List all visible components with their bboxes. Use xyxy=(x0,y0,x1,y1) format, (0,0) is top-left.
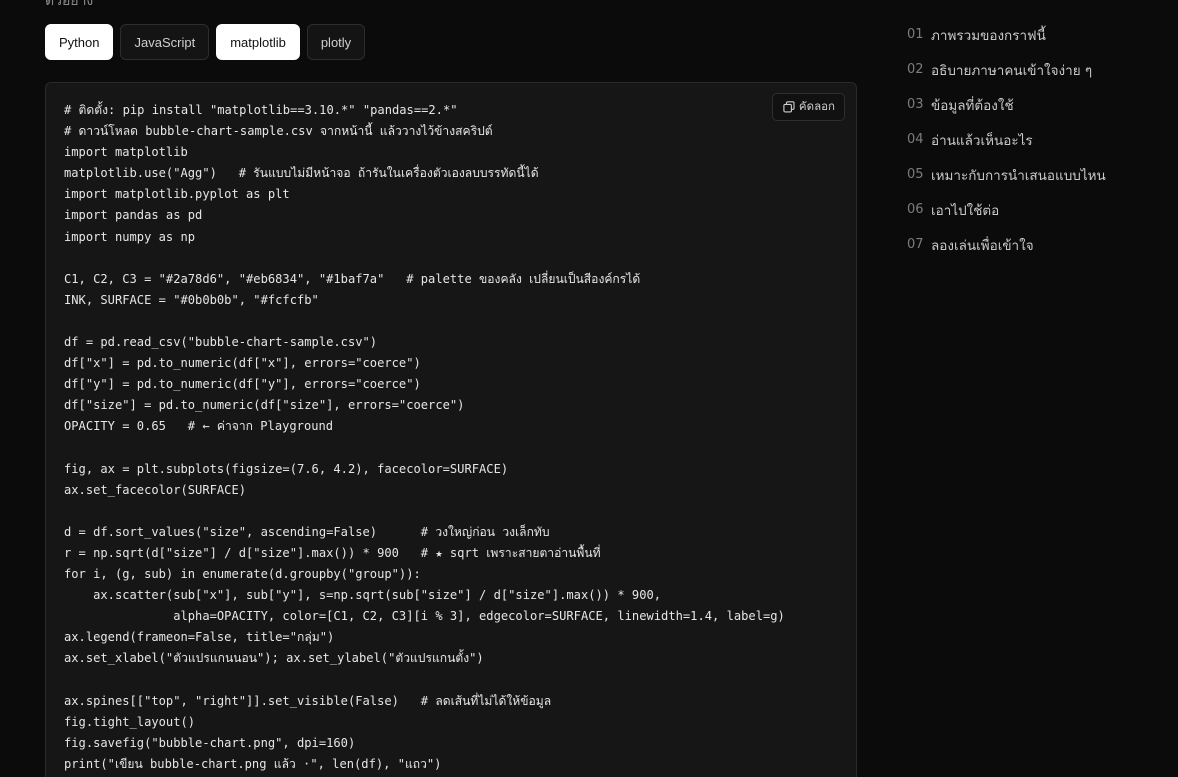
toc-label: ลองเล่นเพื่อเข้าใจ xyxy=(931,237,1034,254)
copy-label: คัดลอก xyxy=(798,99,835,113)
code-line: d = df.sort_values("size", ascending=Fal… xyxy=(64,524,550,539)
toc-number: 05 xyxy=(907,167,924,182)
code-line: df["x"] = pd.to_numeric(df["x"], errors=… xyxy=(64,356,421,371)
code-line: ax.spines[["top", "right"]].set_visible(… xyxy=(64,693,552,708)
code-block: # ติดตั้ง: pip install "matplotlib==3.10… xyxy=(64,100,785,775)
code-line: import numpy as np xyxy=(64,229,196,244)
toc-item[interactable]: 07 ลองเล่นเพื่อเข้าใจ xyxy=(907,227,1106,262)
tab-plotly[interactable]: plotly xyxy=(306,24,366,60)
tab-python[interactable]: Python xyxy=(45,24,114,60)
code-line: alpha=OPACITY, color=[C1, C2, C3][i % 3]… xyxy=(64,609,785,624)
toc-number: 01 xyxy=(907,27,924,42)
code-line: ax.legend(frameon=False, title="กลุ่ม") xyxy=(64,630,335,645)
code-line: fig, ax = plt.subplots(figsize=(7.6, 4.2… xyxy=(64,461,509,476)
language-tabs: Python JavaScript matplotlib plotly xyxy=(45,24,366,60)
toc-item[interactable]: 03 ข้อมูลที่ต้องใช้ xyxy=(907,87,1106,122)
toc-item[interactable]: 01 ภาพรวมของกราฟนี้ xyxy=(907,17,1106,52)
toc-label: เอาไปใช้ต่อ xyxy=(931,202,1000,219)
code-line: df["size"] = pd.to_numeric(df["size"], e… xyxy=(64,398,465,413)
toc-number: 07 xyxy=(907,237,924,252)
toc-label: ข้อมูลที่ต้องใช้ xyxy=(931,97,1014,114)
toc-item[interactable]: 06 เอาไปใช้ต่อ xyxy=(907,192,1106,227)
code-line: import matplotlib.pyplot as plt xyxy=(64,187,290,202)
code-line: fig.savefig("bubble-chart.png", dpi=160) xyxy=(64,735,356,750)
code-line: for i, (g, sub) in enumerate(d.groupby("… xyxy=(64,567,421,582)
code-line: df["y"] = pd.to_numeric(df["y"], errors=… xyxy=(64,377,421,392)
code-panel: คัดลอก # ติดตั้ง: pip install "matplotli… xyxy=(45,82,857,777)
tab-label: plotly xyxy=(320,34,352,50)
code-line: df = pd.read_csv("bubble-chart-sample.cs… xyxy=(64,335,378,350)
code-line: # ดาวน์โหลด bubble-chart-sample.csv จากห… xyxy=(64,124,493,139)
tab-label: JavaScript xyxy=(134,34,196,50)
toc-label: อธิบายภาษาคนเข้าใจง่าย ๆ xyxy=(931,62,1093,79)
code-line: ax.set_xlabel("ตัวแปรแกนนอน"); ax.set_yl… xyxy=(64,651,484,666)
code-line: ax.scatter(sub["x"], sub["y"], s=np.sqrt… xyxy=(64,588,662,603)
tab-label: Python xyxy=(59,34,100,50)
code-line: matplotlib.use("Agg") # รันแบบไม่มีหน้าจ… xyxy=(64,166,539,181)
section-heading: ตัวอย่าง xyxy=(45,0,94,9)
code-line: ax.set_facecolor(SURFACE) xyxy=(64,482,247,497)
toc-label: ภาพรวมของกราฟนี้ xyxy=(931,27,1046,44)
toc-item[interactable]: 02 อธิบายภาษาคนเข้าใจง่าย ๆ xyxy=(907,52,1106,87)
toc-label: เหมาะกับการนำเสนอแบบไหน xyxy=(931,167,1106,184)
toc-number: 02 xyxy=(907,62,924,77)
code-line: C1, C2, C3 = "#2a78d6", "#eb6834", "#1ba… xyxy=(64,271,641,286)
toc-number: 04 xyxy=(907,132,924,147)
code-line: INK, SURFACE = "#0b0b0b", "#fcfcfb" xyxy=(64,292,319,307)
code-line: # ติดตั้ง: pip install "matplotlib==3.10… xyxy=(64,103,458,117)
code-line: r = np.sqrt(d["size"] / d["size"].max())… xyxy=(64,545,601,560)
code-line: print("เขียน bubble-chart.png แล้ว ·", l… xyxy=(64,756,442,771)
code-line: fig.tight_layout() xyxy=(64,714,196,729)
tab-javascript[interactable]: JavaScript xyxy=(120,24,210,60)
toc-label: อ่านแล้วเห็นอะไร xyxy=(931,132,1033,149)
toc-item[interactable]: 05 เหมาะกับการนำเสนอแบบไหน xyxy=(907,157,1106,192)
code-line: OPACITY = 0.65 # ← ค่าจาก Playground xyxy=(64,419,334,434)
code-line: import matplotlib xyxy=(64,145,188,160)
table-of-contents: 01 ภาพรวมของกราฟนี้ 02 อธิบายภาษาคนเข้าใจง่… xyxy=(907,17,1106,262)
toc-number: 03 xyxy=(907,97,924,112)
code-line: import pandas as pd xyxy=(64,208,203,223)
toc-item[interactable]: 04 อ่านแล้วเห็นอะไร xyxy=(907,122,1106,157)
tab-matplotlib[interactable]: matplotlib xyxy=(216,24,300,60)
tab-label: matplotlib xyxy=(230,34,286,50)
page: ตัวอย่าง Python JavaScript matplotlib pl… xyxy=(0,0,1178,777)
toc-number: 06 xyxy=(907,202,924,217)
